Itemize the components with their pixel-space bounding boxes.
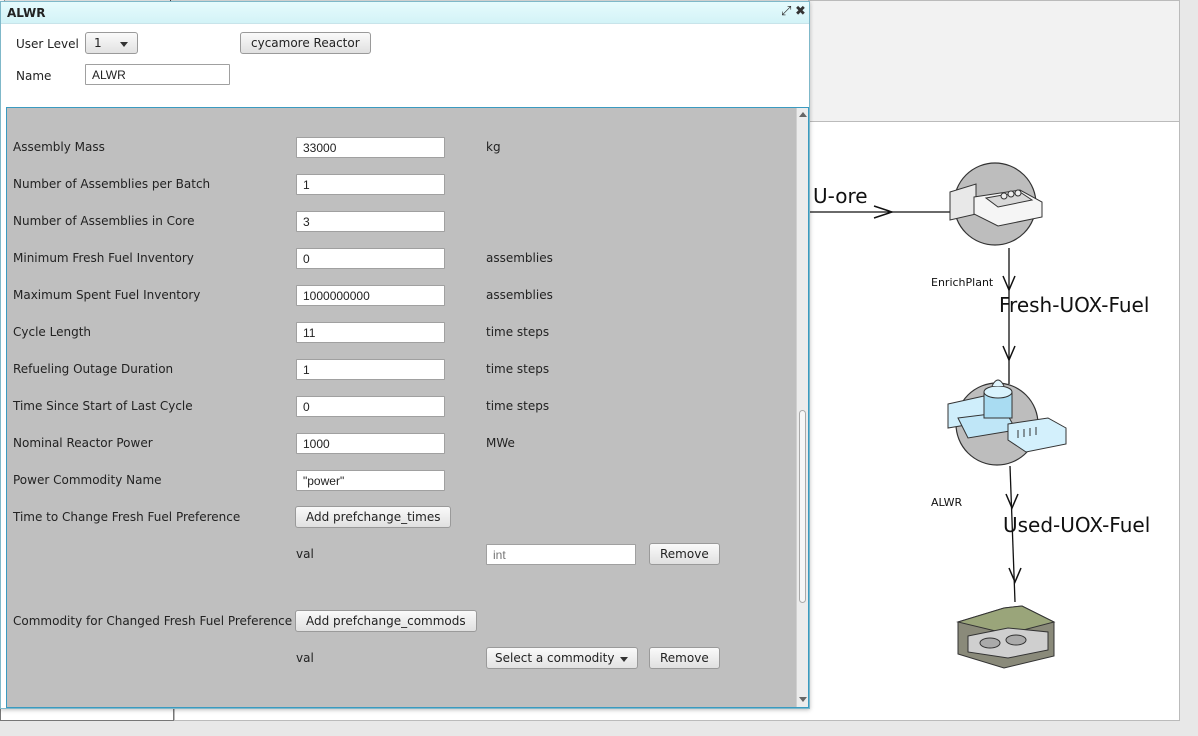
add-prefchange-times-button[interactable]: Add prefchange_times	[295, 506, 452, 528]
param-label: Time Since Start of Last Cycle	[13, 399, 193, 413]
name-label: Name	[16, 69, 52, 83]
close-icon[interactable]: ✖	[795, 4, 806, 20]
assembly-mass-input[interactable]	[296, 137, 445, 158]
param-unit: time steps	[486, 325, 550, 339]
assemblies-in-core-input[interactable]	[296, 211, 445, 232]
param-label: Nominal Reactor Power	[13, 436, 153, 450]
param-row: Minimum Fresh Fuel Inventory assemblies	[7, 246, 797, 270]
param-row: Maximum Spent Fuel Inventory assemblies	[7, 283, 797, 307]
max-spent-fuel-input[interactable]	[296, 285, 445, 306]
param-row: Power Commodity Name	[7, 468, 797, 492]
param-unit: assemblies	[486, 251, 553, 265]
param-unit: time steps	[486, 362, 550, 376]
param-label: Assembly Mass	[13, 140, 105, 154]
param-label: Power Commodity Name	[13, 473, 162, 487]
param-unit: MWe	[486, 436, 515, 450]
user-level-value: 1	[94, 36, 102, 50]
chevron-down-icon	[120, 42, 128, 47]
param-label: Number of Assemblies in Core	[13, 214, 195, 228]
user-level-label: User Level	[16, 37, 79, 51]
prefchange-times-val-row: val Remove	[7, 542, 797, 566]
commodity-select-value: Select a commodity	[495, 651, 615, 665]
param-row: Cycle Length time steps	[7, 320, 797, 344]
facility-dialog: ALWR ⤢ ✖ User Level 1 cycamore Reactor N…	[0, 1, 810, 709]
chevron-down-icon	[620, 657, 628, 662]
prefchange-commods-val-row: val Select a commodity Remove	[7, 646, 797, 670]
min-fresh-fuel-input[interactable]	[296, 248, 445, 269]
prefchange-times-val-input[interactable]	[486, 544, 636, 565]
parameters-panel: Assembly Mass kg Number of Assemblies pe…	[6, 107, 809, 708]
node-label-enrichplant: EnrichPlant	[931, 276, 994, 289]
param-row: Number of Assemblies per Batch	[7, 172, 797, 196]
param-label: Refueling Outage Duration	[13, 362, 174, 376]
cycle-length-input[interactable]	[296, 322, 445, 343]
enrichment-plant-icon[interactable]	[949, 162, 1043, 246]
param-row: Refueling Outage Duration time steps	[7, 357, 797, 381]
param-row: Nominal Reactor Power MWe	[7, 431, 797, 455]
add-prefchange-commods-button[interactable]: Add prefchange_commods	[295, 610, 477, 632]
param-row: Time Since Start of Last Cycle time step…	[7, 394, 797, 418]
expand-icon[interactable]: ⤢	[781, 4, 791, 20]
dialog-titlebar[interactable]: ALWR ⤢ ✖	[1, 2, 809, 24]
param-label: Minimum Fresh Fuel Inventory	[13, 251, 194, 265]
commodity-select[interactable]: Select a commodity	[486, 647, 638, 669]
param-unit: assemblies	[486, 288, 553, 302]
remove-prefchange-commods-button[interactable]: Remove	[649, 647, 720, 669]
node-label-alwr: ALWR	[931, 496, 963, 509]
val-label: val	[296, 651, 314, 665]
reactor-icon[interactable]	[947, 379, 1067, 466]
panel-scrollbar[interactable]	[796, 108, 808, 707]
background-toolbar-area	[808, 0, 1180, 122]
param-row: Number of Assemblies in Core	[7, 209, 797, 233]
scrollbar-thumb[interactable]	[799, 410, 806, 603]
time-since-cycle-start-input[interactable]	[296, 396, 445, 417]
edge-label-fresh-uox-fuel: Fresh-UOX-Fuel	[999, 293, 1150, 317]
refueling-outage-input[interactable]	[296, 359, 445, 380]
param-row: Assembly Mass kg	[7, 135, 797, 159]
param-label: Cycle Length	[13, 325, 91, 339]
param-label: Number of Assemblies per Batch	[13, 177, 211, 191]
prefchange-commods-label: Commodity for Changed Fresh Fuel Prefere…	[13, 614, 293, 628]
repository-icon[interactable]	[956, 605, 1056, 669]
graph-svg	[810, 162, 1067, 669]
reactor-power-input[interactable]	[296, 433, 445, 454]
user-level-select[interactable]: 1	[85, 32, 138, 54]
dialog-title: ALWR	[7, 6, 46, 20]
scroll-up-icon[interactable]	[799, 112, 807, 117]
edge-label-u-ore: U-ore	[813, 184, 868, 208]
assemblies-per-batch-input[interactable]	[296, 174, 445, 195]
power-commodity-input[interactable]	[296, 470, 445, 491]
name-input[interactable]	[85, 64, 230, 85]
archetype-button[interactable]: cycamore Reactor	[240, 32, 371, 54]
val-label: val	[296, 547, 314, 561]
prefchange-times-label: Time to Change Fresh Fuel Preference	[13, 510, 241, 524]
param-unit: time steps	[486, 399, 550, 413]
remove-prefchange-times-button[interactable]: Remove	[649, 543, 720, 565]
param-label: Maximum Spent Fuel Inventory	[13, 288, 201, 302]
edge-label-used-uox-fuel: Used-UOX-Fuel	[1003, 513, 1151, 537]
scroll-down-icon[interactable]	[799, 697, 807, 702]
param-unit: kg	[486, 140, 501, 154]
prefchange-times-row: Time to Change Fresh Fuel Preference Add…	[7, 505, 797, 529]
prefchange-commods-row: Commodity for Changed Fresh Fuel Prefere…	[7, 609, 797, 633]
